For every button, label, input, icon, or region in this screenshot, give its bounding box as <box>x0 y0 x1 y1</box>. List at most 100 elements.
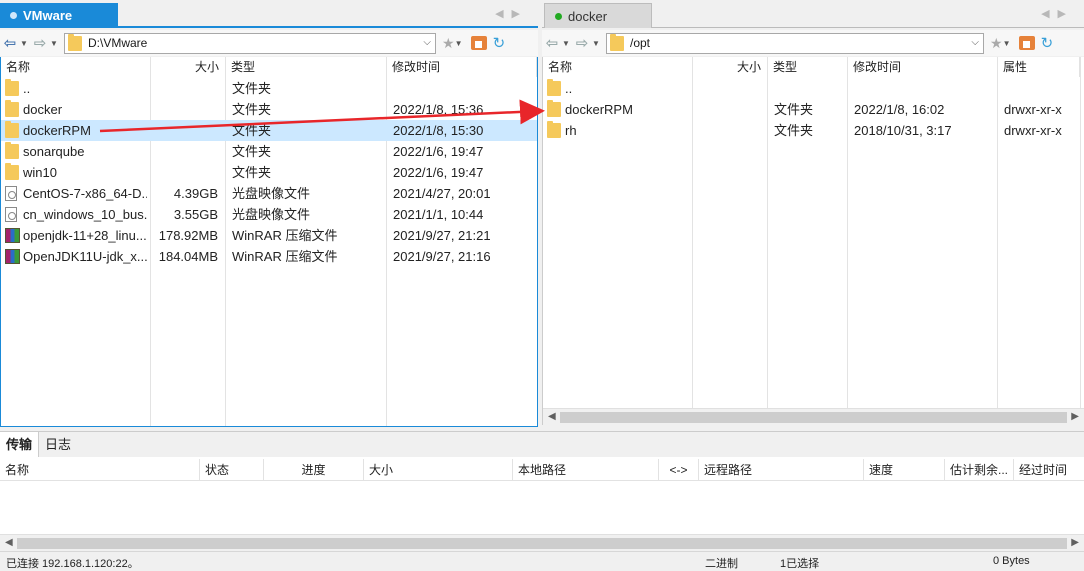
file-name: win10 <box>23 165 57 180</box>
col-header-name[interactable]: 名称 <box>543 57 693 77</box>
back-dropdown-icon[interactable]: ▼ <box>20 39 30 48</box>
file-modified: 2022/1/8, 15:36 <box>393 102 484 117</box>
file-name: .. <box>23 81 31 96</box>
file-size <box>693 78 760 99</box>
tab-scroll-arrows[interactable]: ◀▶ <box>1041 7 1074 20</box>
bookmark-dropdown-icon[interactable]: ▼ <box>1003 39 1013 48</box>
bookmark-dropdown-icon[interactable]: ▼ <box>455 39 465 48</box>
file-row[interactable]: CentOS-7-x86_64-D... 4.39GB 光盘映像文件 2021/4/2… <box>1 183 537 204</box>
left-toolbar: ⇦ ▼ ⇨ ▼ D:\VMware ⌵ ★ ▼ ↻ <box>0 30 538 56</box>
file-row[interactable]: dockerRPM 文件夹 2022/1/8, 15:30 <box>1 120 537 141</box>
file-modified: 2022/1/8, 16:02 <box>854 102 945 117</box>
tab-transfer[interactable]: 传输 <box>0 432 40 457</box>
back-dropdown-icon[interactable]: ▼ <box>562 39 572 48</box>
tab-docker[interactable]: docker <box>544 3 652 28</box>
file-row[interactable]: OpenJDK11U-jdk_x... 184.04MB WinRAR 压缩文件 20… <box>1 246 537 267</box>
col-header-modified[interactable]: 修改时间 <box>387 57 537 77</box>
file-type: 文件夹 <box>232 144 272 159</box>
forward-icon[interactable]: ⇨ <box>572 33 592 53</box>
file-name: OpenJDK11U-jdk_x... <box>23 249 147 264</box>
col-header-name[interactable]: 名称 <box>0 459 200 481</box>
file-modified: 2021/9/27, 21:21 <box>393 228 491 243</box>
col-header-size[interactable]: 大小 <box>364 459 513 481</box>
file-modified: 2022/1/8, 15:30 <box>393 123 484 138</box>
col-header-type[interactable]: 类型 <box>768 57 848 77</box>
forward-dropdown-icon[interactable]: ▼ <box>592 39 602 48</box>
file-attributes: drwxr-xr-x <box>1004 123 1062 138</box>
forward-dropdown-icon[interactable]: ▼ <box>50 39 60 48</box>
chevron-down-icon[interactable]: ⌵ <box>423 37 431 48</box>
file-row[interactable]: docker 文件夹 2022/1/8, 15:36 <box>1 99 537 120</box>
path-input[interactable]: D:\VMware ⌵ <box>64 32 436 54</box>
file-type: WinRAR 压缩文件 <box>232 249 338 264</box>
col-header-size[interactable]: 大小 <box>151 57 226 77</box>
col-header-speed[interactable]: 速度 <box>864 459 945 481</box>
folder-icon <box>547 100 561 117</box>
file-name: openjdk-11+28_linu... <box>23 228 147 243</box>
col-header-time-remaining[interactable]: 估计剩余... <box>945 459 1014 481</box>
col-header-remote-path[interactable]: 远程路径 <box>699 459 864 481</box>
remote-file-list[interactable]: 名称 大小 类型 修改时间 属性 .. dockerRPM 文件夹 2022/1/8,… <box>542 57 1084 425</box>
bookmark-star-icon[interactable]: ★ <box>990 35 1003 52</box>
right-toolbar: ⇦ ▼ ⇨ ▼ /opt ⌵ ★ ▼ ↻ <box>542 30 1084 56</box>
file-row[interactable]: rh 文件夹 2018/10/31, 3:17 drwxr-xr-x <box>543 120 1084 141</box>
col-header-attributes[interactable]: 属性 <box>998 57 1080 77</box>
col-header-status[interactable]: 状态 <box>200 459 264 481</box>
file-type: 光盘映像文件 <box>232 207 311 222</box>
file-size <box>151 120 218 141</box>
home-icon[interactable] <box>470 36 487 50</box>
file-row[interactable]: .. 文件夹 <box>1 78 537 99</box>
col-header-direction[interactable]: <-> <box>659 459 699 481</box>
file-size: 4.39GB <box>173 186 218 201</box>
tab-log[interactable]: 日志 <box>39 432 77 457</box>
scroll-left-icon[interactable]: ◀ <box>548 411 556 422</box>
file-attributes <box>1004 78 1079 99</box>
scroll-right-icon[interactable]: ▶ <box>1071 537 1079 548</box>
folder-icon <box>547 121 561 138</box>
path-input[interactable]: /opt ⌵ <box>606 32 984 54</box>
col-header-elapsed[interactable]: 经过时间 <box>1014 459 1084 481</box>
col-header-modified[interactable]: 修改时间 <box>848 57 998 77</box>
col-header-type[interactable]: 类型 <box>226 57 387 77</box>
home-icon[interactable] <box>1018 36 1035 50</box>
col-header-local-path[interactable]: 本地路径 <box>513 459 659 481</box>
file-row[interactable]: dockerRPM 文件夹 2022/1/8, 16:02 drwxr-xr-x <box>543 99 1084 120</box>
file-row[interactable]: openjdk-11+28_linu... 178.92MB WinRAR 压缩文件… <box>1 225 537 246</box>
right-tab-strip: docker ◀▶ <box>542 0 1084 28</box>
selection-count: 1已选择 <box>780 558 820 570</box>
transfer-mode: 二进制 <box>705 558 738 570</box>
file-modified: 2018/10/31, 3:17 <box>854 123 952 138</box>
col-header-progress[interactable]: 进度 <box>264 459 364 481</box>
col-header-size[interactable]: 大小 <box>693 57 768 77</box>
tab-scroll-arrows[interactable]: ◀▶ <box>495 7 528 20</box>
folder-icon <box>5 163 19 180</box>
tab-vmware[interactable]: VMware <box>0 3 118 28</box>
file-modified: 2022/1/6, 19:47 <box>393 165 484 180</box>
file-row[interactable]: .. <box>543 78 1084 99</box>
horizontal-scrollbar[interactable]: ◀ ▶ <box>543 408 1084 425</box>
horizontal-scrollbar[interactable]: ◀ ▶ <box>0 534 1084 551</box>
file-row[interactable]: win10 文件夹 2022/1/6, 19:47 <box>1 162 537 183</box>
file-size <box>693 99 760 120</box>
forward-icon[interactable]: ⇨ <box>30 33 50 53</box>
folder-icon <box>5 121 19 138</box>
scroll-right-icon[interactable]: ▶ <box>1071 411 1079 422</box>
folder-icon <box>68 33 82 51</box>
folder-icon <box>610 33 624 51</box>
file-name: dockerRPM <box>565 102 633 117</box>
bookmark-star-icon[interactable]: ★ <box>442 35 455 52</box>
refresh-icon[interactable]: ↻ <box>1041 34 1054 52</box>
scroll-left-icon[interactable]: ◀ <box>5 537 13 548</box>
back-icon[interactable]: ⇦ <box>542 33 562 53</box>
refresh-icon[interactable]: ↻ <box>493 34 506 52</box>
scroll-thumb[interactable] <box>560 412 1067 423</box>
left-tab-strip: VMware ◀▶ <box>0 0 538 28</box>
file-row[interactable]: cn_windows_10_bus... 3.55GB 光盘映像文件 2021/1/1… <box>1 204 537 225</box>
file-row[interactable]: sonarqube 文件夹 2022/1/6, 19:47 <box>1 141 537 162</box>
local-file-list[interactable]: 名称 大小 类型 修改时间 .. 文件夹 docker 文件夹 2022/1/8, 15… <box>0 57 538 427</box>
file-size <box>693 120 760 141</box>
scroll-thumb[interactable] <box>17 538 1067 549</box>
back-icon[interactable]: ⇦ <box>0 33 20 53</box>
col-header-name[interactable]: 名称 <box>1 57 151 77</box>
chevron-down-icon[interactable]: ⌵ <box>971 37 979 48</box>
